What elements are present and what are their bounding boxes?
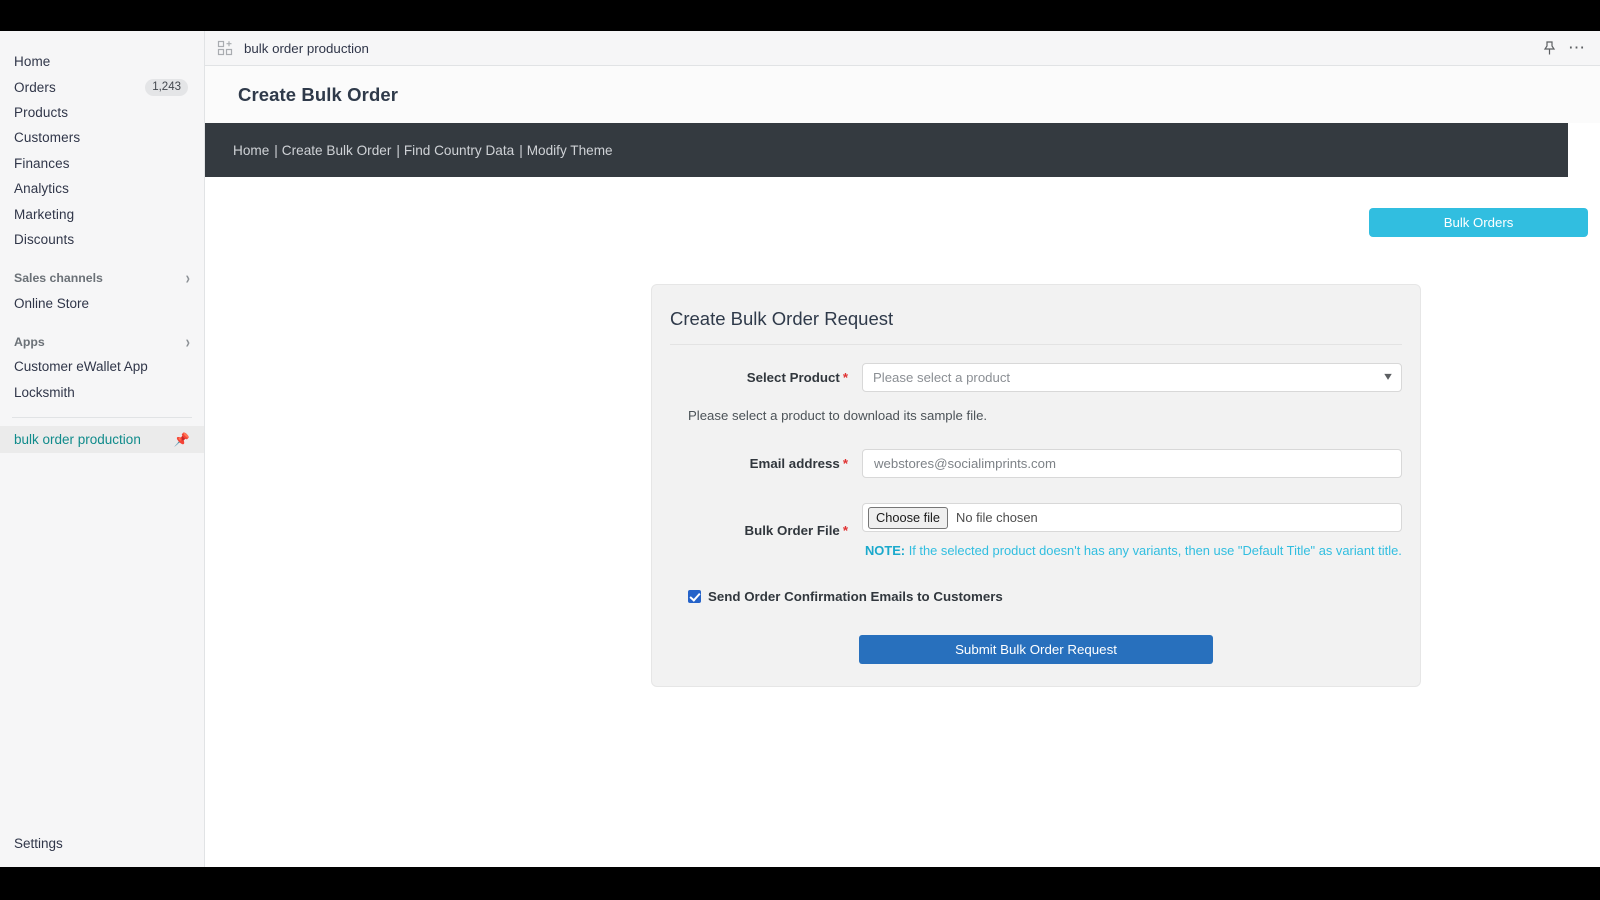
- bulk-order-file-note: NOTE: If the selected product doesn't ha…: [862, 532, 1402, 558]
- sidebar-item-label: Online Store: [14, 295, 90, 311]
- sidebar-primary-nav: Home Orders 1,243 Products Customers Fin…: [0, 31, 204, 454]
- card-title: Create Bulk Order Request: [670, 303, 1402, 345]
- required-marker: *: [842, 370, 848, 385]
- choose-file-button[interactable]: Choose file: [868, 506, 949, 529]
- nav-separator: |: [519, 142, 523, 158]
- sidebar-item-label: Customer eWallet App: [14, 359, 148, 375]
- sidebar-item-finances[interactable]: Finances: [0, 151, 204, 176]
- nav-link-find-country-data[interactable]: Find Country Data: [404, 143, 514, 158]
- required-marker: *: [842, 456, 848, 471]
- sidebar-item-label: Home: [14, 54, 51, 70]
- orders-count-badge: 1,243: [145, 78, 188, 96]
- form-row-send-confirmation: Send Order Confirmation Emails to Custom…: [670, 563, 1402, 604]
- apps-add-icon: [217, 40, 233, 56]
- sidebar-item-products[interactable]: Products: [0, 100, 204, 125]
- sidebar-divider: [12, 417, 192, 419]
- sidebar-item-customers[interactable]: Customers: [0, 125, 204, 150]
- bulk-orders-button[interactable]: Bulk Orders: [1369, 208, 1588, 237]
- sidebar-item-label: Finances: [14, 155, 70, 171]
- sidebar-item-label: Orders: [14, 79, 56, 95]
- form-row-select-product: Select Product * Please select a product …: [670, 363, 1402, 392]
- email-label: Email address *: [670, 456, 862, 471]
- sidebar-section-apps[interactable]: Apps ›: [0, 329, 204, 354]
- sidebar-item-online-store[interactable]: Online Store: [0, 291, 204, 316]
- nav-separator: |: [396, 142, 400, 158]
- label-text: Bulk Order File: [744, 523, 840, 538]
- file-status-text: No file chosen: [956, 510, 1038, 525]
- sidebar-section-label: Apps: [14, 334, 45, 349]
- create-bulk-order-card: Create Bulk Order Request Select Product…: [651, 284, 1421, 687]
- pin-icon[interactable]: [1538, 37, 1560, 59]
- send-confirmation-label: Send Order Confirmation Emails to Custom…: [708, 589, 1003, 604]
- bulk-order-file-label: Bulk Order File *: [670, 523, 862, 538]
- chevron-right-icon: ›: [185, 331, 190, 352]
- label-text: Select Product: [746, 370, 840, 385]
- app-nav-bar: Home | Create Bulk Order | Find Country …: [205, 123, 1568, 177]
- action-row: Bulk Orders: [205, 177, 1600, 237]
- sidebar-item-label: Marketing: [14, 206, 75, 222]
- sidebar-item-marketing[interactable]: Marketing: [0, 201, 204, 226]
- select-product-control: Please select a product ▾: [862, 363, 1402, 392]
- nav-link-home[interactable]: Home: [233, 143, 269, 158]
- email-field[interactable]: [862, 449, 1402, 478]
- select-product-hint: Please select a product to download its …: [688, 408, 988, 423]
- chevron-down-icon: ▾: [1384, 369, 1392, 383]
- app-topbar: bulk order production ⋯: [205, 31, 1600, 66]
- sidebar-section-sales-channels[interactable]: Sales channels ›: [0, 265, 204, 290]
- browser-viewport: Home Orders 1,243 Products Customers Fin…: [0, 31, 1600, 867]
- select-product-dropdown[interactable]: Please select a product ▾: [862, 363, 1402, 392]
- ellipsis-icon[interactable]: ⋯: [1566, 37, 1588, 59]
- note-text: If the selected product doesn't has any …: [905, 543, 1402, 558]
- sidebar-item-home[interactable]: Home: [0, 49, 204, 74]
- sidebar-section-label: Sales channels: [14, 270, 103, 285]
- label-text: Email address: [749, 456, 840, 471]
- sidebar: Home Orders 1,243 Products Customers Fin…: [0, 31, 205, 867]
- main-content: bulk order production ⋯ Create Bulk Orde…: [205, 31, 1600, 867]
- select-product-value: Please select a product: [873, 370, 1011, 385]
- send-confirmation-checkbox[interactable]: [688, 590, 701, 603]
- required-marker: *: [842, 523, 848, 538]
- sidebar-item-label: Settings: [14, 835, 63, 851]
- pin-icon[interactable]: 📌: [174, 432, 190, 448]
- bulk-order-file-control: Choose file No file chosen NOTE: If the …: [862, 503, 1402, 558]
- select-product-label: Select Product *: [670, 370, 862, 385]
- sidebar-item-discounts[interactable]: Discounts: [0, 227, 204, 252]
- note-prefix: NOTE:: [865, 543, 906, 558]
- sidebar-item-label: Discounts: [14, 231, 75, 247]
- form-row-email: Email address *: [670, 449, 1402, 478]
- page-title: Create Bulk Order: [238, 83, 399, 105]
- nav-link-modify-theme[interactable]: Modify Theme: [527, 143, 613, 158]
- sidebar-item-label: Analytics: [14, 181, 69, 197]
- sidebar-item-label: Products: [14, 104, 69, 120]
- submit-row: Submit Bulk Order Request: [670, 604, 1402, 664]
- sidebar-item-orders[interactable]: Orders 1,243: [0, 74, 204, 99]
- sidebar-item-settings[interactable]: Settings: [0, 831, 204, 855]
- sidebar-item-customer-ewallet-app[interactable]: Customer eWallet App: [0, 354, 204, 379]
- sidebar-item-bulk-order-production[interactable]: bulk order production 📌: [0, 426, 204, 454]
- sidebar-item-label: bulk order production: [14, 432, 141, 448]
- chevron-right-icon: ›: [185, 267, 190, 288]
- sidebar-item-label: Locksmith: [14, 384, 75, 400]
- nav-separator: |: [274, 142, 278, 158]
- file-upload-field[interactable]: Choose file No file chosen: [862, 503, 1402, 532]
- nav-link-create-bulk-order[interactable]: Create Bulk Order: [282, 143, 392, 158]
- page-header: Create Bulk Order: [205, 66, 1600, 123]
- topbar-title: bulk order production: [244, 40, 369, 56]
- sidebar-item-label: Customers: [14, 130, 81, 146]
- submit-bulk-order-request-button[interactable]: Submit Bulk Order Request: [859, 635, 1213, 664]
- sidebar-item-locksmith[interactable]: Locksmith: [0, 380, 204, 405]
- sidebar-item-analytics[interactable]: Analytics: [0, 176, 204, 201]
- email-control: [862, 449, 1402, 478]
- form-row-bulk-order-file: Bulk Order File * Choose file No file cho…: [670, 503, 1402, 558]
